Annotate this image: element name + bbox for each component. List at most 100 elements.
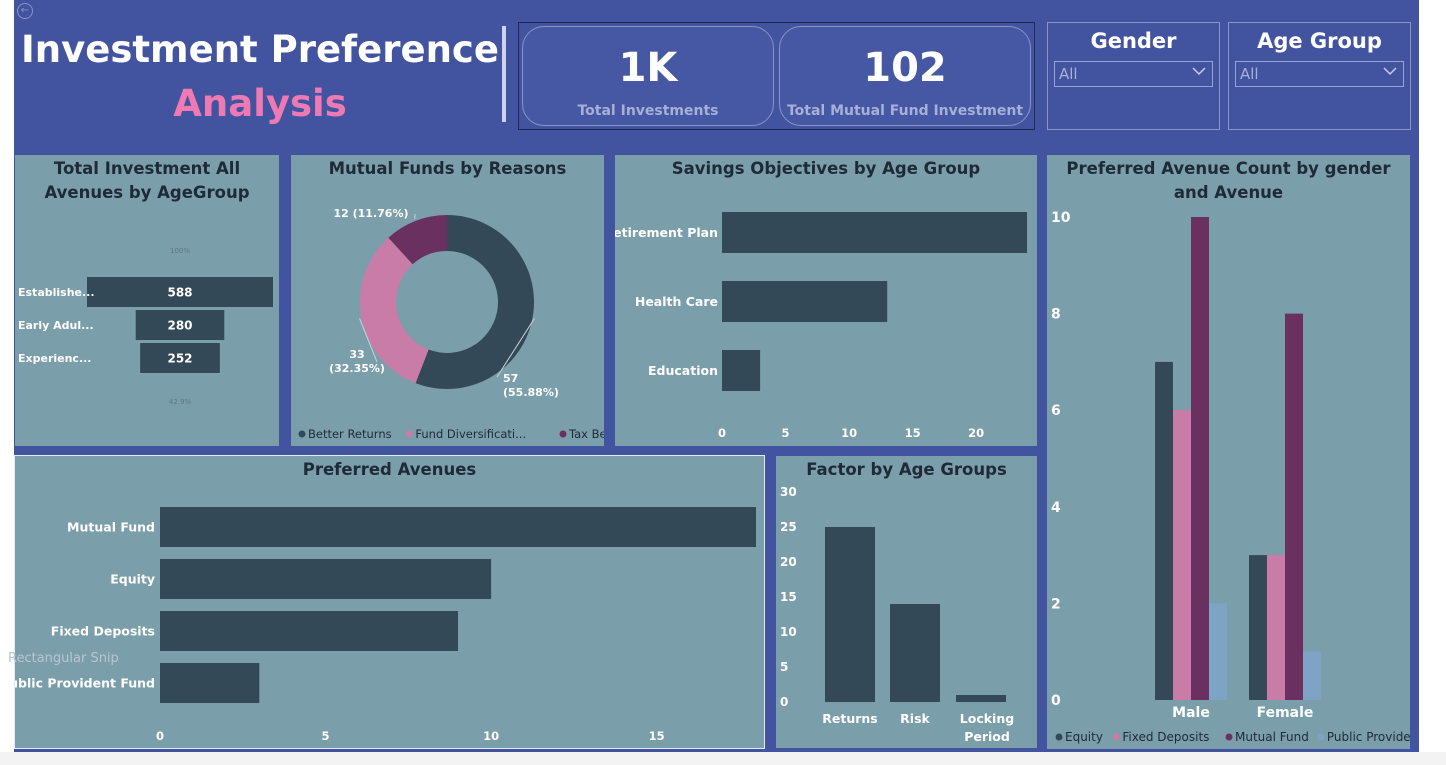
savings-chart: Retirement Plan Health Care Education 0 5 10 1… <box>615 212 1027 440</box>
funnel-chart: 100% 588 Establishe... 280 Early Adul... 252 E… <box>18 247 273 406</box>
gender-bar <box>1303 651 1321 700</box>
savings-category-label: Health Care <box>635 294 718 309</box>
funnel-bottom-label: 42.9% <box>169 398 192 406</box>
factor-panel[interactable]: Factor by Age Groups 0 5 10 15 20 25 30 Returns… <box>776 456 1037 748</box>
factor-y-tick-label: 10 <box>780 625 797 639</box>
funnel-top-label: 100% <box>170 247 190 255</box>
avenues-category-label: Mutual Fund <box>67 520 155 535</box>
snip-overlay-label: Rectangular Snip <box>8 651 119 666</box>
gender-avenue-chart: 0 2 4 6 8 10 Male Female Equity Fixed Deposits Mut… <box>1051 210 1410 744</box>
factor-y-tick-label: 30 <box>780 485 797 499</box>
gender-y-tick-label: 0 <box>1051 693 1061 709</box>
savings-panel[interactable]: Savings Objectives by Age Group Retireme… <box>615 155 1037 446</box>
donut-data-label: 12 (11.76%) <box>333 207 408 220</box>
kpi-value: 102 <box>863 45 947 91</box>
savings-tick-label: 15 <box>905 426 921 440</box>
taskbar <box>0 752 1446 765</box>
kpi-label: Total Mutual Fund Investment <box>786 103 1024 119</box>
funnel-value-label: 252 <box>167 352 192 366</box>
legend-marker <box>1317 733 1325 741</box>
gender-bar <box>1249 555 1267 700</box>
legend-label: Mutual Fund <box>1235 730 1309 744</box>
gender-bar <box>1191 217 1209 700</box>
gender-bar <box>1285 313 1303 700</box>
gender-bar <box>1209 603 1227 700</box>
funnel-category-label: Experienc... <box>18 352 92 365</box>
savings-bar <box>722 281 888 322</box>
factor-chart: 0 5 10 15 20 25 30 Returns Risk Locking Period <box>780 485 1014 744</box>
legend-marker <box>1225 733 1233 741</box>
age-group-slicer: Age Group All <box>1228 22 1411 130</box>
factor-bar <box>890 604 940 702</box>
donut-data-label: 57 <box>503 372 518 385</box>
avenues-panel[interactable]: Preferred Avenues Mutual Fund Equity Fixed… <box>14 455 765 749</box>
gender-y-tick-label: 6 <box>1051 403 1061 419</box>
gender-y-tick-label: 10 <box>1051 210 1071 226</box>
back-arrow-icon[interactable]: ← <box>17 3 33 19</box>
donut-chart: 57(55.88%) 33(32.35%) 12 (11.76%) Better Re… <box>298 207 604 441</box>
header-divider <box>502 26 506 122</box>
kpi-group: 1K Total Investments 102 Total Mutual Fu… <box>518 22 1035 130</box>
gender-y-tick-label: 4 <box>1051 500 1061 516</box>
donut-data-label: (55.88%) <box>503 386 559 399</box>
slicer-value: All <box>1059 65 1078 83</box>
savings-tick-label: 5 <box>782 426 790 440</box>
avenues-bar <box>160 507 756 547</box>
factor-y-tick-label: 5 <box>780 660 788 674</box>
gender-avenue-panel[interactable]: Preferred Avenue Count by gender and Ave… <box>1047 155 1410 749</box>
savings-tick-label: 10 <box>841 426 857 440</box>
legend-marker <box>298 430 306 438</box>
avenues-tick-label: 0 <box>156 729 164 743</box>
gender-slicer: Gender All <box>1047 22 1220 130</box>
kpi-total-investments[interactable]: 1K Total Investments <box>522 26 774 126</box>
chevron-down-icon <box>1192 67 1206 76</box>
dashboard-title: Investment Preference <box>21 28 499 71</box>
funnel-value-label: 588 <box>167 286 192 300</box>
savings-tick-label: 0 <box>718 426 726 440</box>
gender-y-tick-label: 8 <box>1051 307 1061 323</box>
gender-bar <box>1267 555 1285 700</box>
gender-category-label: Male <box>1172 705 1210 721</box>
legend-label: Fund Diversificati... <box>415 427 526 441</box>
factor-bar <box>825 527 875 702</box>
avenues-tick-label: 15 <box>649 729 665 743</box>
donut-data-label: (32.35%) <box>329 362 385 375</box>
factor-y-tick-label: 15 <box>780 590 797 604</box>
gender-dropdown[interactable]: All <box>1054 61 1213 87</box>
savings-category-label: Retirement Plan <box>615 225 718 240</box>
factor-category-label: Returns <box>822 711 877 726</box>
avenues-bar <box>160 663 260 703</box>
factor-category-label: Period <box>964 729 1010 744</box>
donut-data-label: 33 <box>349 348 364 361</box>
avenues-chart: Mutual Fund Equity Fixed Deposits Public Pr… <box>15 507 756 743</box>
chevron-down-icon <box>1383 67 1397 76</box>
gender-category-label: Female <box>1257 705 1314 721</box>
funnel-value-label: 280 <box>167 319 192 333</box>
age-group-dropdown[interactable]: All <box>1235 61 1404 87</box>
legend-label: Tax Bene... <box>568 427 604 441</box>
savings-tick-label: 20 <box>968 426 984 440</box>
donut-panel[interactable]: Mutual Funds by Reasons 57 (55.88%) 33 (32.… <box>291 155 604 446</box>
avenues-tick-label: 5 <box>322 729 330 743</box>
avenues-category-label: Fixed Deposits <box>51 624 155 639</box>
factor-category-label: Risk <box>900 711 930 726</box>
slicer-title: Age Group <box>1257 29 1382 53</box>
gender-bar <box>1173 410 1191 700</box>
factor-bar <box>956 695 1006 702</box>
legend-label: Better Returns <box>308 427 392 441</box>
kpi-mutual-fund[interactable]: 102 Total Mutual Fund Investment <box>779 26 1031 126</box>
legend-label: Fixed Deposits <box>1122 730 1209 744</box>
factor-y-tick-label: 20 <box>780 555 797 569</box>
legend-marker <box>405 430 413 438</box>
factor-y-tick-label: 25 <box>780 520 797 534</box>
slicer-value: All <box>1240 65 1259 83</box>
factor-y-tick-label: 0 <box>780 695 788 709</box>
legend-marker <box>1055 733 1063 741</box>
savings-category-label: Education <box>648 363 718 378</box>
funnel-category-label: Early Adul... <box>18 319 94 332</box>
funnel-panel[interactable]: Total Investment All Avenues by AgeGroup… <box>15 155 279 446</box>
factor-category-label: Locking <box>960 711 1014 726</box>
legend-marker <box>559 430 567 438</box>
avenues-bar <box>160 559 492 599</box>
legend-label: Public Provide... <box>1327 730 1410 744</box>
